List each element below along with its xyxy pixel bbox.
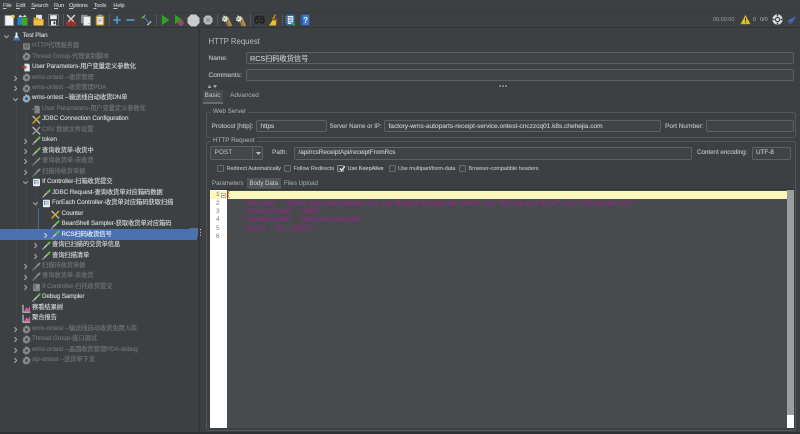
svg-text:?: ? (303, 16, 308, 25)
